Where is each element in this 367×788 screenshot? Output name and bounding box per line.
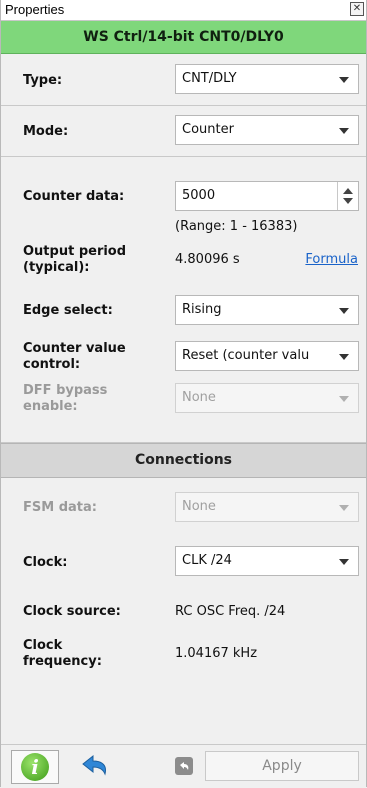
clock-source-value: RC OSC Freq. /24 <box>175 604 286 619</box>
chevron-down-icon <box>339 128 349 134</box>
clock-label: Clock: <box>23 555 68 570</box>
chevron-down-icon <box>339 505 349 511</box>
mode-section: Mode: Counter <box>1 106 366 157</box>
panel-titlebar: Properties ✕ <box>1 0 366 21</box>
chevron-down-icon <box>339 77 349 83</box>
type-label: Type: <box>23 73 63 88</box>
edge-select-dropdown[interactable]: Rising <box>175 295 359 325</box>
connections-header: Connections <box>1 443 366 478</box>
counter-range: (Range: 1 - 16383) <box>175 219 298 234</box>
fsm-data-label: FSM data: <box>23 500 97 515</box>
clock-source-label: Clock source: <box>23 604 121 619</box>
clock-value: CLK /24 <box>182 553 232 568</box>
chevron-down-icon <box>339 354 349 360</box>
counter-value-control-label-line1: Counter value <box>23 341 126 356</box>
type-dropdown[interactable]: CNT/DLY <box>175 64 359 94</box>
fsm-data-dropdown: None <box>175 492 359 522</box>
counter-value-control-value: Reset (counter valu <box>182 348 310 363</box>
connections-section: FSM data: None Clock: CLK /24 Clock sour… <box>1 478 366 730</box>
chevron-down-icon <box>339 308 349 314</box>
counter-data-spinbox[interactable]: 5000 <box>175 181 359 211</box>
spin-buttons[interactable] <box>337 182 358 210</box>
apply-button[interactable]: Apply <box>205 751 359 781</box>
counter-settings-section: Counter data: 5000 (Range: 1 - 16383) Ou… <box>1 157 366 443</box>
clock-frequency-value: 1.04167 kHz <box>175 646 258 661</box>
edge-select-label: Edge select: <box>23 303 113 318</box>
clock-dropdown[interactable]: CLK /24 <box>175 546 359 576</box>
formula-link[interactable]: Formula <box>305 252 358 267</box>
properties-panel: Properties ✕ WS Ctrl/14-bit CNT0/DLY0 Ty… <box>0 0 367 787</box>
panel-title: Properties <box>5 2 65 17</box>
spin-down-icon[interactable] <box>343 198 353 204</box>
close-icon[interactable]: ✕ <box>350 2 364 16</box>
type-value: CNT/DLY <box>182 71 237 86</box>
dff-bypass-label-line1: DFF bypass <box>23 383 108 398</box>
output-period-label-line1: Output period <box>23 244 127 259</box>
counter-data-value: 5000 <box>182 188 216 203</box>
mode-dropdown[interactable]: Counter <box>175 115 359 145</box>
info-icon: i <box>21 753 49 781</box>
revert-icon[interactable] <box>175 757 193 775</box>
undo-button[interactable] <box>69 750 117 784</box>
edge-select-value: Rising <box>182 302 222 317</box>
fsm-data-value: None <box>182 499 216 514</box>
dff-bypass-value: None <box>182 390 216 405</box>
chevron-down-icon <box>339 396 349 402</box>
output-period-value: 4.80096 s <box>175 252 240 267</box>
mode-label: Mode: <box>23 124 69 139</box>
type-section: Type: CNT/DLY <box>1 54 366 106</box>
counter-value-control-dropdown[interactable]: Reset (counter valu <box>175 341 359 371</box>
counter-value-control-label-line2: control: <box>23 357 81 372</box>
dff-bypass-label-line2: enable: <box>23 399 78 414</box>
undo-icon <box>82 754 106 776</box>
dff-bypass-dropdown: None <box>175 383 359 413</box>
chevron-down-icon <box>339 559 349 565</box>
block-title: WS Ctrl/14-bit CNT0/DLY0 <box>1 21 366 54</box>
info-button[interactable]: i <box>11 750 59 784</box>
clock-frequency-label-line1: Clock <box>23 638 63 653</box>
panel-footer: i Apply <box>1 744 366 787</box>
spin-up-icon[interactable] <box>343 188 353 194</box>
counter-data-label: Counter data: <box>23 189 125 204</box>
mode-value: Counter <box>182 122 234 137</box>
output-period-label-line2: (typical): <box>23 260 90 275</box>
clock-frequency-label-line2: frequency: <box>23 654 102 669</box>
